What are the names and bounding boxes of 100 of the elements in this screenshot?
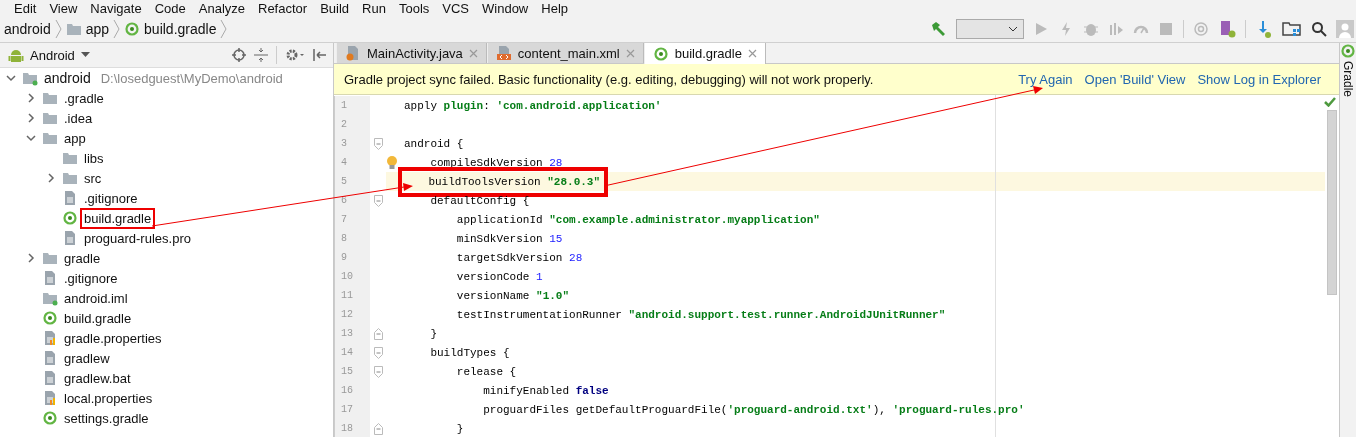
settings-icon[interactable] (285, 48, 305, 62)
tree-item[interactable]: gradle.properties (62, 329, 164, 347)
banner-link[interactable]: Open 'Build' View (1084, 71, 1186, 87)
tree-item[interactable]: android.iml (62, 289, 130, 307)
menu-item[interactable]: Run (362, 2, 386, 16)
caret-icon (80, 52, 90, 58)
tree-item[interactable]: settings.gradle (62, 409, 151, 427)
side-tool-button[interactable]: Gradle (1340, 43, 1356, 98)
ring-file-icon (62, 210, 78, 226)
editor-tab[interactable]: MainActivity.java (336, 43, 487, 63)
breadcrumb-item[interactable]: build.gradle (124, 21, 217, 37)
search-icon[interactable] (1311, 21, 1327, 37)
breadcrumb-item[interactable]: app (65, 21, 110, 37)
module-folder-icon (22, 70, 38, 86)
folder-icon (62, 150, 78, 166)
run-configuration-dropdown[interactable] (956, 19, 1024, 39)
code-line: applicationId "com.example.administrator.myapplication" (455, 212, 821, 228)
tree-item[interactable]: gradle (62, 249, 103, 267)
menu-item[interactable]: Edit (14, 2, 37, 16)
menu-item[interactable]: Navigate (90, 2, 142, 16)
run-icon[interactable] (1033, 21, 1049, 37)
menu-item[interactable]: View (49, 2, 78, 16)
menu-item[interactable]: Analyze (198, 2, 245, 16)
chevron-icon (220, 19, 228, 39)
editor-tab[interactable]: build.gradle (643, 43, 766, 64)
lightbulb-icon[interactable] (386, 154, 398, 171)
tree-item[interactable]: src (82, 169, 104, 187)
folder-icon (42, 110, 58, 126)
tree-item[interactable]: gradlew.bat (62, 369, 133, 387)
menu-item[interactable]: Build (320, 2, 350, 16)
sync-icon[interactable] (1193, 21, 1209, 37)
tree-item[interactable]: local.properties (62, 389, 155, 407)
fold-start-icon[interactable] (373, 194, 383, 207)
ring-file-icon (124, 21, 141, 37)
sync-failed-message: Gradle project sync failed. Basic functionality (e.g. editing, debugging) will not work properly. (344, 71, 874, 87)
caret-icon (1008, 26, 1018, 32)
code-line: apply plugin: 'com.android.application' (403, 98, 663, 114)
tree-item[interactable]: .gitignore (82, 189, 140, 207)
text-file-icon (42, 350, 58, 366)
chevron-icon (113, 19, 121, 39)
code-line: minifyEnabled false (482, 383, 610, 399)
ring-file-icon (1340, 43, 1356, 59)
code-line: defaultConfig { (429, 193, 531, 209)
tree-item[interactable]: build.gradle (82, 209, 154, 227)
folder-icon (42, 90, 58, 106)
breadcrumb-item[interactable]: android (4, 21, 51, 37)
menu-item[interactable]: Code (154, 2, 186, 16)
locate-icon[interactable] (232, 48, 246, 62)
menu-item[interactable]: Tools (398, 2, 430, 16)
code-line: proguardFiles getDefaultProguardFile('proguard-android.txt'), 'proguard-rules.pro' (482, 402, 1026, 418)
fold-end-icon[interactable] (373, 422, 383, 435)
module-folder-icon (42, 290, 58, 306)
folder-grid-icon[interactable] (1282, 20, 1302, 38)
banner-link[interactable]: Show Log in Explorer (1197, 71, 1321, 87)
chevron-icon (54, 19, 62, 39)
menu-item[interactable]: Window (482, 2, 529, 16)
tree-item[interactable]: build.gradle (62, 309, 134, 327)
tree-item[interactable]: .idea (62, 109, 95, 127)
banner-link[interactable]: Try Again (1018, 71, 1073, 87)
code-line: targetSdkVersion 28 (455, 250, 584, 266)
folder-icon (42, 130, 58, 146)
tree-item[interactable]: android (42, 69, 93, 87)
view-dropdown[interactable]: Android (6, 47, 90, 63)
close-icon[interactable] (468, 48, 478, 58)
line-number: 3 (334, 134, 370, 153)
line-number: 1 (334, 96, 370, 115)
close-icon[interactable] (625, 48, 635, 58)
tree-item[interactable]: libs (82, 149, 106, 167)
fold-start-icon[interactable] (373, 137, 383, 150)
account-icon[interactable] (1336, 20, 1354, 38)
stop-icon[interactable] (1158, 21, 1174, 37)
tree-item[interactable]: .gradle (62, 89, 106, 107)
fold-start-icon[interactable] (373, 346, 383, 359)
line-number: 12 (334, 305, 370, 324)
scrollbar-thumb[interactable] (1327, 110, 1337, 295)
code-line: versionCode 1 (455, 269, 544, 285)
line-number: 16 (334, 381, 370, 400)
line-number: 9 (334, 248, 370, 267)
line-number: 13 (334, 324, 370, 343)
tree-item[interactable]: proguard-rules.pro (82, 229, 193, 247)
tree-item[interactable]: .gitignore (62, 269, 120, 287)
close-icon[interactable] (747, 49, 757, 58)
collapse-icon[interactable] (254, 48, 268, 62)
bug-icon[interactable] (1083, 21, 1099, 37)
code-line: compileSdkVersion 28 (429, 155, 564, 171)
line-number: 2 (334, 115, 370, 134)
fold-end-icon[interactable] (373, 327, 383, 340)
tree-item[interactable]: gradlew (62, 349, 112, 367)
menu-item[interactable]: Help (541, 2, 568, 16)
fold-start-icon[interactable] (373, 365, 383, 378)
text-file-icon (62, 190, 78, 206)
editor-tab[interactable]: content_main.xml (486, 43, 644, 63)
folder-icon (65, 21, 82, 37)
menu-item[interactable]: Refactor (258, 2, 308, 16)
chart-file-icon (42, 330, 58, 346)
tree-item[interactable]: app (62, 129, 88, 147)
menu-item[interactable]: VCS (442, 2, 469, 16)
ring-file-icon (652, 45, 669, 62)
hide-panel-icon[interactable] (313, 48, 327, 62)
code-line: } (429, 326, 438, 342)
